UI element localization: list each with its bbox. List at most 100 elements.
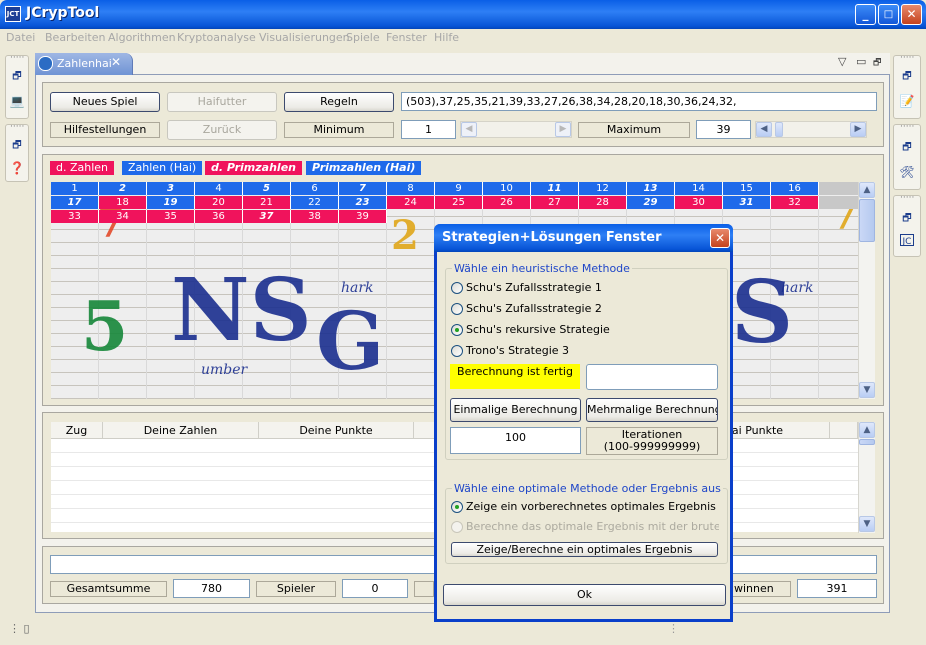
iterations-field[interactable]: 100: [450, 427, 581, 454]
restore-icon[interactable]: 🗗: [898, 212, 916, 226]
board-cell[interactable]: 4: [195, 182, 243, 195]
board-cell[interactable]: 6: [291, 182, 339, 195]
minimize-button[interactable]: _: [855, 4, 876, 25]
strategy-option-4[interactable]: Trono's Strategie 3: [451, 343, 651, 359]
board-cell[interactable]: 18: [99, 196, 147, 209]
board-cell[interactable]: 17: [51, 196, 99, 209]
board-cell[interactable]: 34: [99, 210, 147, 223]
multi-calc-button[interactable]: Mehrmalige Berechnung ...: [586, 398, 718, 422]
scroll-thumb[interactable]: [859, 439, 875, 445]
board-cell[interactable]: 2: [99, 182, 147, 195]
computer-icon[interactable]: 💻: [8, 94, 26, 108]
view-minimize-icon[interactable]: ▭: [856, 55, 866, 68]
view-menu-icon[interactable]: ▽: [838, 55, 846, 68]
menu-algorithmen[interactable]: Algorithmen: [108, 31, 176, 44]
board-cell[interactable]: 28: [579, 196, 627, 209]
table-scrollbar[interactable]: ▲ ▼: [858, 422, 875, 533]
board-cell[interactable]: 31: [723, 196, 771, 209]
tab-close-icon[interactable]: ✕: [111, 55, 121, 69]
board-cell[interactable]: 11: [531, 182, 579, 195]
tab-zahlenhai[interactable]: Zahlenhai ✕: [35, 53, 133, 75]
board-cell[interactable]: 26: [483, 196, 531, 209]
board-cell[interactable]: 29: [627, 196, 675, 209]
board-cell[interactable]: 35: [147, 210, 195, 223]
column-header-your-points[interactable]: Deine Punkte: [259, 422, 414, 439]
maximum-field[interactable]: 39: [696, 120, 751, 139]
board-cell[interactable]: 33: [51, 210, 99, 223]
restore-icon[interactable]: 🗗: [898, 141, 916, 155]
board-scrollbar[interactable]: ▲ ▼: [858, 182, 875, 399]
board-cell[interactable]: 39: [339, 210, 387, 223]
board-cell[interactable]: 8: [387, 182, 435, 195]
menu-kryptoanalyse[interactable]: Kryptoanalyse: [177, 31, 256, 44]
back-button[interactable]: Zurück: [167, 120, 277, 140]
column-header-zug[interactable]: Zug: [51, 422, 103, 439]
board-cell[interactable]: 38: [291, 210, 339, 223]
board-cell[interactable]: 27: [531, 196, 579, 209]
board-cell[interactable]: 20: [195, 196, 243, 209]
title-bar[interactable]: JCT JCrypTool _ □ ✕: [0, 0, 926, 29]
board-cell[interactable]: 10: [483, 182, 531, 195]
board-cell[interactable]: 3: [147, 182, 195, 195]
menu-visualisierungen[interactable]: Visualisierungen: [259, 31, 350, 44]
show-optimal-button[interactable]: Zeige/Berechne ein optimales Ergebnis: [451, 542, 718, 557]
board-cell[interactable]: 37: [243, 210, 291, 223]
board-cell[interactable]: 12: [579, 182, 627, 195]
strategy-option-2[interactable]: Schu's Zufallsstrategie 2: [451, 301, 651, 317]
status-field[interactable]: [586, 364, 718, 390]
strategy-option-1[interactable]: Schu's Zufallsstrategie 1: [451, 280, 651, 296]
optimal-option-bruteforce[interactable]: Berechne das optimale Ergebnis mit der b…: [451, 519, 719, 535]
maximum-right-arrow[interactable]: ▶: [850, 122, 866, 137]
restore-icon[interactable]: 🗗: [898, 70, 916, 84]
maximum-left-arrow[interactable]: ◀: [756, 122, 772, 137]
minimum-right-arrow[interactable]: ▶: [555, 122, 571, 137]
view-maximize-icon[interactable]: 🗗: [873, 55, 881, 71]
hints-button[interactable]: Hilfestellungen: [50, 122, 160, 138]
optimal-option-precomputed[interactable]: Zeige ein vorberechnetes optimales Ergeb…: [451, 499, 721, 515]
board-cell[interactable]: 7: [339, 182, 387, 195]
menu-hilfe[interactable]: Hilfe: [434, 31, 459, 44]
minimum-left-arrow[interactable]: ◀: [461, 122, 477, 137]
dialog-close-button[interactable]: ✕: [710, 228, 730, 248]
scroll-thumb[interactable]: [859, 199, 875, 242]
board-cell[interactable]: 16: [771, 182, 819, 195]
menu-datei[interactable]: Datei: [6, 31, 35, 44]
board-cell[interactable]: 19: [147, 196, 195, 209]
menu-bearbeiten[interactable]: Bearbeiten: [45, 31, 105, 44]
close-button[interactable]: ✕: [901, 4, 922, 25]
board-cell[interactable]: 36: [195, 210, 243, 223]
new-game-button[interactable]: Neues Spiel: [50, 92, 160, 112]
restore-icon[interactable]: 🗗: [8, 70, 26, 84]
scroll-down-arrow[interactable]: ▼: [859, 382, 875, 398]
dialog-title[interactable]: Strategien+Lösungen Fenster: [434, 224, 733, 252]
board-cell[interactable]: 15: [723, 182, 771, 195]
restore-icon[interactable]: 🗗: [8, 139, 26, 153]
rules-button[interactable]: Regeln: [284, 92, 394, 112]
board-cell[interactable]: 32: [771, 196, 819, 209]
shark-food-button[interactable]: Haifutter: [167, 92, 277, 112]
board-cell[interactable]: 25: [435, 196, 483, 209]
board-cell[interactable]: 22: [291, 196, 339, 209]
menu-spiele[interactable]: Spiele: [346, 31, 380, 44]
minimum-field[interactable]: 1: [401, 120, 456, 139]
ok-button[interactable]: Ok: [443, 584, 726, 606]
tools-icon[interactable]: 🛠: [898, 165, 916, 179]
board-cell[interactable]: 14: [675, 182, 723, 195]
board-cell[interactable]: 9: [435, 182, 483, 195]
board-cell[interactable]: 21: [243, 196, 291, 209]
board-cell[interactable]: 1: [51, 182, 99, 195]
scroll-up-arrow[interactable]: ▲: [859, 422, 875, 438]
single-calc-button[interactable]: Einmalige Berechnung: [450, 398, 581, 422]
menu-fenster[interactable]: Fenster: [386, 31, 427, 44]
board-cell[interactable]: 30: [675, 196, 723, 209]
strategy-option-3[interactable]: Schu's rekursive Strategie: [451, 322, 651, 338]
board-cell[interactable]: 13: [627, 182, 675, 195]
board-cell[interactable]: 5: [243, 182, 291, 195]
edit-icon[interactable]: 📝: [898, 94, 916, 108]
console-icon[interactable]: JC: [900, 234, 914, 247]
column-header-your-numbers[interactable]: Deine Zahlen: [103, 422, 259, 439]
scroll-down-arrow[interactable]: ▼: [859, 516, 875, 532]
sequence-field[interactable]: (503),37,25,35,21,39,33,27,26,38,34,28,2…: [401, 92, 877, 111]
scroll-up-arrow[interactable]: ▲: [859, 182, 875, 198]
maximum-slider-thumb[interactable]: [775, 122, 783, 137]
